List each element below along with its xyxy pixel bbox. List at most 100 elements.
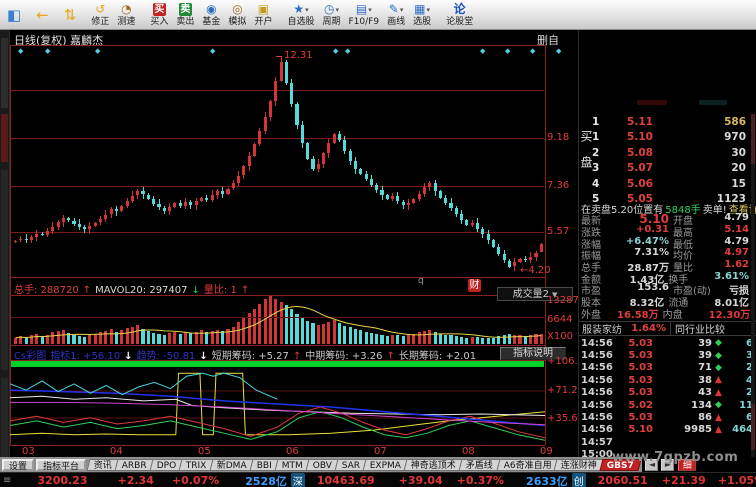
candle-body: [178, 202, 182, 206]
candle-body: [396, 196, 400, 202]
diamond-marker: ◆: [556, 47, 562, 55]
candle-body: [353, 161, 357, 169]
选股-icon: ▦: [414, 2, 426, 16]
toolbar-button-F10/F9[interactable]: ▤ ▾ F10/F9: [344, 1, 383, 29]
order-row: 1 5.11 586: [592, 114, 752, 130]
order-volume: 970: [724, 131, 746, 144]
tab-连涨财神[interactable]: 连涨财神: [553, 458, 605, 471]
status-menu-icon[interactable]: ≡: [3, 475, 11, 486]
candle-body: [61, 218, 65, 223]
order-row: 2 5.08 30: [592, 145, 752, 161]
tick-count: 3: [746, 350, 753, 362]
main-toolbar: ◧ ← ⇅ ↺ 修正 ◔ 测速买买入卖卖出 ◉ 基金 ◎ 模拟 ▣ 开户 ★ ▾ 自选股 ◷ ▾ 周期 ▤ ▾ F10/F…: [0, 0, 756, 30]
index-value: +0.37%: [456, 474, 505, 487]
toolbar-button-买入[interactable]: 买买入: [146, 1, 172, 29]
tab-label: 连涨财神: [561, 460, 598, 471]
toolbar-button-icon2[interactable]: ⇅: [60, 1, 81, 29]
down-arrow-icon: ◆: [715, 338, 722, 349]
toolbar-button-论股堂[interactable]: 论论股堂: [442, 1, 477, 29]
toolbar-button-卖出[interactable]: 卖卖出: [172, 1, 198, 29]
indicator-line-green: [10, 411, 545, 441]
tick-row: 14:56 5.03 71 ◆ 2: [581, 362, 753, 374]
toolbar-button-top: ◔: [121, 3, 131, 17]
tick-row: 14:56 5.10 9985 ▲ 464: [581, 424, 753, 436]
toolbar-button-周期[interactable]: ◷ ▾ 周期: [318, 1, 344, 29]
diamond-marker: ◆: [45, 47, 51, 55]
tab-label: EXPMA: [370, 460, 402, 471]
industry-compare-link[interactable]: 同行业比较: [675, 321, 725, 336]
toolbar-button-icon1[interactable]: ←: [32, 1, 53, 29]
toolbar-button-自选股[interactable]: ★ ▾ 自选股: [283, 1, 318, 29]
candle-body: [322, 153, 326, 164]
toolbar-button-测速[interactable]: ◔ 测速: [113, 1, 139, 29]
date-label: 06: [286, 446, 299, 457]
left-side-strip[interactable]: [0, 30, 10, 487]
candle-body: [14, 240, 18, 242]
开户-icon: ▣: [257, 2, 270, 16]
chart-region[interactable]: 日线(复权) 嘉麟杰 删自 9.18 7.36 5.57 ◆ ◆ ◆ ◆ ◆ ◆ ◆ ◆ ◆ ◆ …: [10, 30, 584, 457]
panel-scrollbar[interactable]: [751, 114, 755, 460]
up-arrow-icon: ▲: [715, 375, 722, 386]
tick-price: 5.10: [628, 424, 653, 436]
tab-A6奇准自用[interactable]: A6奇准自用: [496, 458, 559, 471]
candle-body: [45, 230, 50, 235]
candle-body: [454, 208, 458, 214]
candle-body: [523, 258, 527, 261]
toolbar-button-画线[interactable]: ✎ ▾ 画线: [383, 1, 409, 29]
stat-label: 外盘: [581, 309, 601, 321]
date-label: 08: [462, 446, 475, 457]
tab-label: 资讯: [93, 460, 112, 471]
scrollbar-thumb[interactable]: [751, 404, 755, 450]
volume-axis-label: 13287: [547, 295, 579, 306]
date-label: 05: [198, 446, 211, 457]
toolbar-button-开户[interactable]: ▣ 开户: [250, 1, 276, 29]
toolbar-button-top: ▣: [258, 3, 269, 17]
order-level: 4: [592, 177, 600, 190]
candle-body: [168, 206, 172, 211]
candle-body: [146, 194, 150, 199]
tab-strip: 设置 指标平台 资讯 ARBR DPO TRIX 新DMA BBI MTM OBV SAR EXPMA…: [0, 457, 643, 472]
candle-body: [77, 224, 81, 228]
candle-body: [497, 247, 501, 255]
index-value: +1.05%: [717, 474, 756, 487]
scrollbar-thumb[interactable]: [751, 114, 755, 164]
order-volume: 15: [731, 177, 746, 190]
toolbar-button-模拟[interactable]: ◎ 模拟: [224, 1, 250, 29]
candle-body: [72, 220, 76, 225]
sector-row[interactable]: 服装家纺 1.64% 同行业比较: [579, 321, 756, 336]
tab-指标平台[interactable]: 指标平台: [36, 458, 87, 472]
tab-矛盾线[interactable]: 矛盾线: [458, 458, 501, 471]
candle-body: [502, 254, 506, 261]
tab-ARBR[interactable]: ARBR: [114, 458, 155, 471]
indicator-lines-chart[interactable]: [10, 367, 545, 444]
quote-panel: 买盘 1 5.11 586 1 5.10 970 2 5.08 30 3 5.07 20 4 5.06 15…: [578, 30, 756, 470]
toolbar-button-修正[interactable]: ↺ 修正: [87, 1, 113, 29]
tick-row: 14:56 5.03 86 ▲ 6: [581, 411, 753, 423]
candle-body: [263, 117, 267, 132]
market-badge: 创: [571, 473, 586, 487]
candle-body: [369, 179, 373, 185]
toolbar-button-icon0[interactable]: ◧: [3, 1, 25, 29]
tab-新DMA[interactable]: 新DMA: [209, 458, 255, 471]
toolbar-button-label: 选股: [413, 16, 432, 27]
tab-神奇逃顶术[interactable]: 神奇逃顶术: [403, 458, 464, 471]
tick-row: 14:56 5.03 43 ▲ 2: [581, 387, 753, 399]
tick-price: 5.03: [628, 337, 653, 349]
toolbar-button-top: ✎ ▾: [389, 3, 404, 17]
candle-body: [422, 187, 427, 194]
finance-news-icon[interactable]: 财: [468, 279, 481, 292]
strip-segment: [1, 378, 8, 458]
tab-设置[interactable]: 设置: [2, 458, 35, 472]
tab-EXPMA[interactable]: EXPMA: [362, 458, 409, 471]
toolbar-button-label: 论股堂: [446, 16, 474, 27]
candle-body: [295, 104, 299, 125]
down-arrow-icon: ◆: [715, 350, 722, 361]
candle-body: [284, 62, 288, 84]
tick-row: 14:56 5.03 39 ◆ 3: [581, 349, 753, 361]
candle-body: [24, 238, 28, 240]
candle-body: [183, 202, 188, 206]
toolbar-button-基金[interactable]: ◉ 基金: [198, 1, 224, 29]
toolbar-button-选股[interactable]: ▦ ▾ 选股: [409, 1, 435, 29]
candle-body: [518, 258, 522, 263]
tick-price: 5.02: [628, 399, 653, 411]
